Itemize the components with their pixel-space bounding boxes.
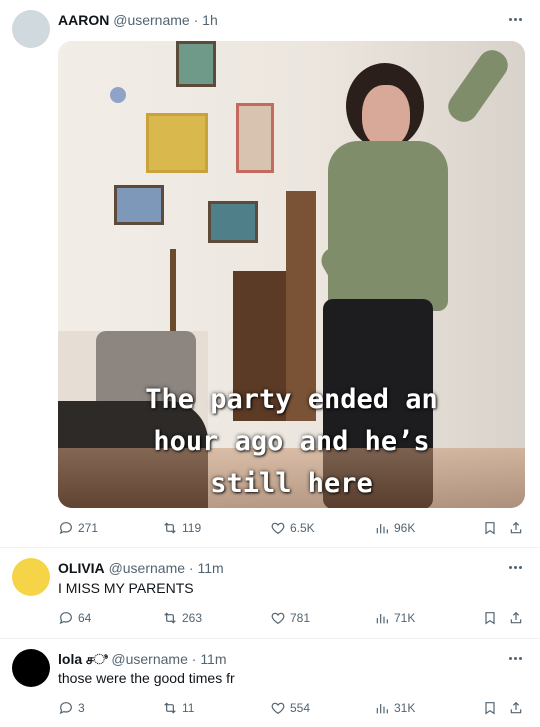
like-icon — [271, 702, 285, 715]
reply-button[interactable]: 271 — [58, 518, 98, 538]
bookmark-button[interactable] — [482, 698, 498, 718]
post-header: OLIVIA @username · 11m — [58, 559, 224, 577]
post-text: I MISS MY PARENTS — [58, 580, 194, 596]
post-text: those were the good times fr — [58, 670, 235, 686]
username[interactable]: @username — [113, 12, 189, 28]
like-button[interactable]: 781 — [270, 608, 310, 628]
repost-button[interactable]: 119 — [162, 518, 201, 538]
repost-count: 263 — [182, 611, 203, 625]
avatar[interactable] — [12, 10, 50, 48]
share-button[interactable] — [508, 608, 524, 628]
views-icon — [376, 524, 388, 534]
views-count: 31K — [394, 701, 416, 715]
bookmark-icon — [485, 702, 495, 715]
share-button[interactable] — [508, 698, 524, 718]
more-icon[interactable] — [506, 14, 524, 24]
views-button[interactable]: 31K — [374, 698, 415, 718]
action-bar: 271 119 6.5K 96K — [58, 518, 528, 538]
like-count: 781 — [290, 611, 311, 625]
share-button[interactable] — [508, 518, 524, 538]
like-count: 554 — [290, 701, 311, 715]
views-count: 71K — [394, 611, 416, 625]
post-header: AARON @username · 1h — [58, 11, 218, 29]
display-name[interactable]: OLIVIA — [58, 560, 105, 576]
like-icon — [271, 522, 285, 535]
views-button[interactable]: 96K — [374, 518, 415, 538]
views-icon — [376, 614, 388, 624]
reply-icon — [59, 612, 72, 625]
bookmark-button[interactable] — [482, 518, 498, 538]
separator: · — [193, 12, 199, 28]
reply-button[interactable]: 64 — [58, 608, 91, 628]
bookmark-button[interactable] — [482, 608, 498, 628]
timestamp[interactable]: 1h — [202, 12, 218, 28]
action-bar: 64 263 781 71K — [58, 608, 528, 628]
timestamp[interactable]: 11m — [200, 651, 226, 667]
share-icon — [510, 521, 522, 534]
reply-icon — [59, 702, 72, 715]
views-count: 96K — [394, 521, 416, 535]
like-button[interactable]: 554 — [270, 698, 310, 718]
like-icon — [271, 612, 285, 625]
separator: · — [188, 560, 194, 576]
reply-count: 271 — [78, 521, 99, 535]
action-bar: 3 11 554 31K — [58, 698, 528, 718]
like-button[interactable]: 6.5K — [270, 518, 315, 538]
avatar[interactable] — [12, 558, 50, 596]
avatar[interactable] — [12, 649, 50, 687]
reply-count: 64 — [78, 611, 92, 625]
bookmark-icon — [485, 612, 495, 625]
reply-count: 3 — [78, 701, 85, 715]
repost-count: 11 — [182, 701, 195, 715]
repost-icon — [164, 522, 176, 534]
separator: · — [191, 651, 197, 667]
repost-count: 119 — [182, 521, 202, 535]
display-name[interactable]: lola சಿ — [58, 651, 108, 667]
timestamp[interactable]: 11m — [197, 560, 223, 576]
reply-button[interactable]: 3 — [58, 698, 85, 718]
post-video[interactable]: The party ended an hour ago and he’s sti… — [58, 41, 525, 508]
username[interactable]: @username — [111, 651, 187, 667]
repost-button[interactable]: 263 — [162, 608, 202, 628]
more-icon[interactable] — [506, 562, 524, 572]
video-caption: The party ended an hour ago and he’s sti… — [145, 384, 438, 499]
like-count: 6.5K — [290, 521, 315, 535]
repost-button[interactable]: 11 — [162, 698, 194, 718]
post-olivia[interactable]: OLIVIA @username · 11m I MISS MY PARENTS… — [0, 548, 540, 638]
reply-icon — [59, 522, 72, 535]
share-icon — [510, 701, 522, 714]
username[interactable]: @username — [109, 560, 185, 576]
views-button[interactable]: 71K — [374, 608, 415, 628]
more-icon[interactable] — [506, 653, 524, 663]
repost-icon — [164, 612, 176, 624]
share-icon — [510, 611, 522, 624]
repost-icon — [164, 702, 176, 714]
post-lola[interactable]: lola சಿ @username · 11m those were the g… — [0, 639, 540, 727]
bookmark-icon — [485, 522, 495, 535]
display-name[interactable]: AARON — [58, 12, 109, 28]
views-icon — [376, 704, 388, 714]
post-aaron[interactable]: AARON @username · 1h The party ended an … — [0, 0, 540, 545]
post-header: lola சಿ @username · 11m — [58, 650, 227, 668]
